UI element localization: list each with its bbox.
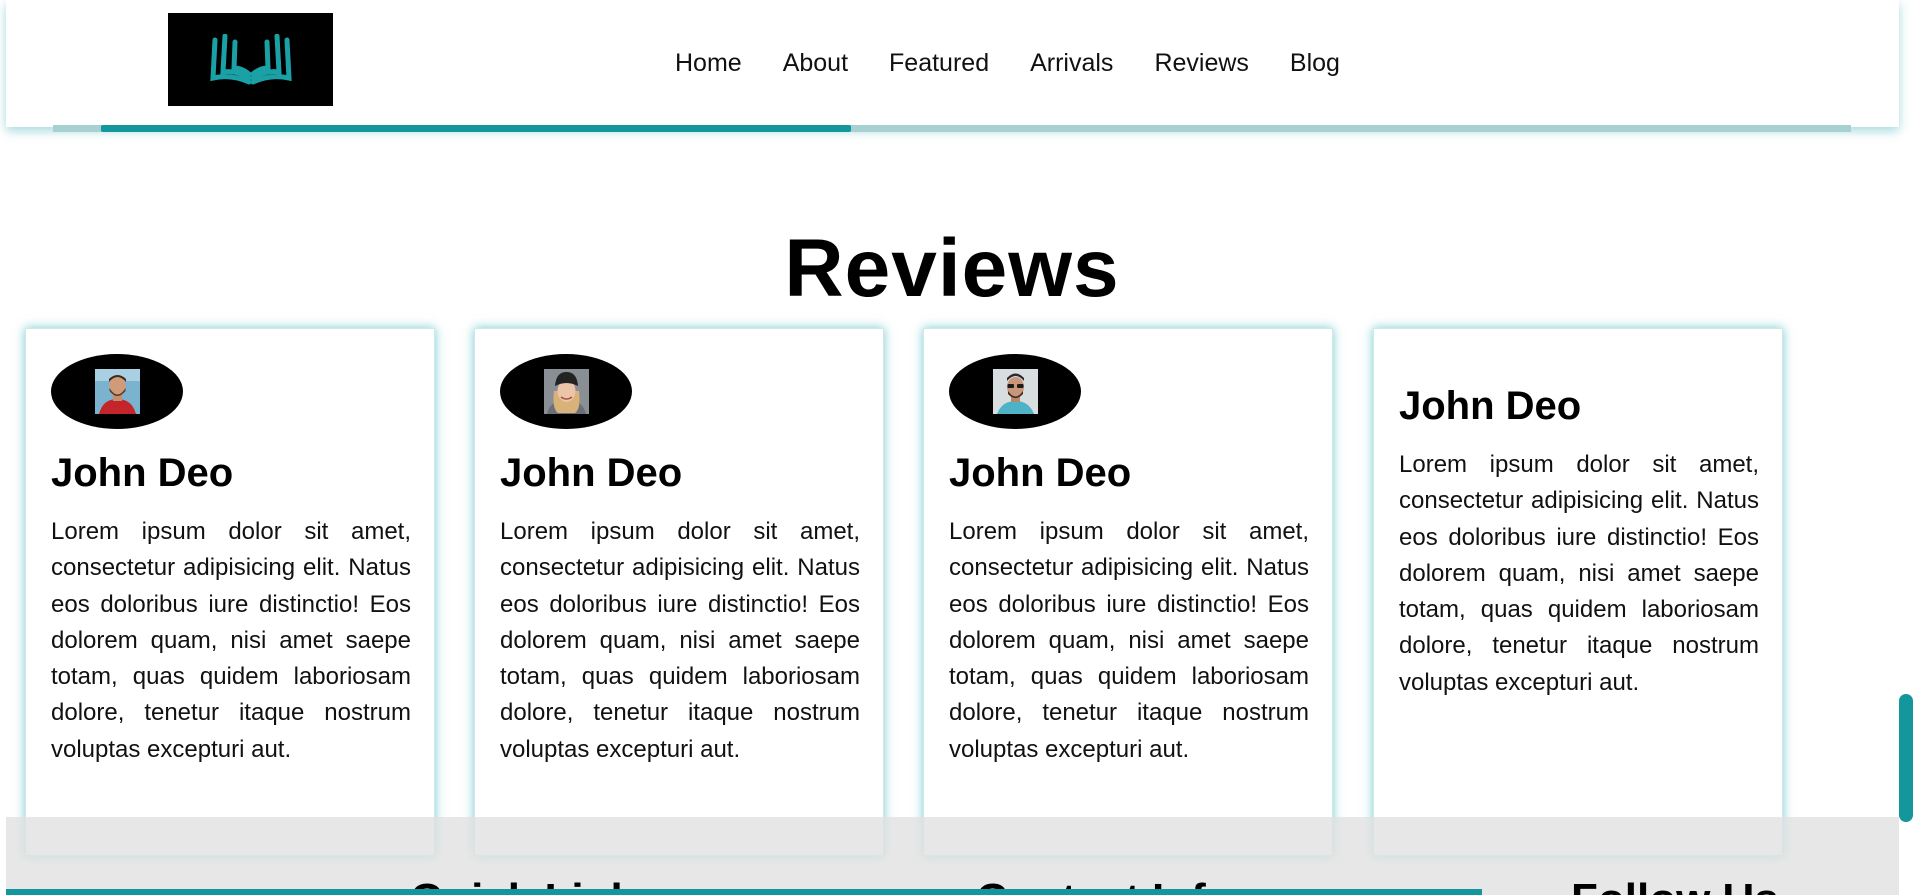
review-card: John Deo Lorem ipsum dolor sit amet, con… [25, 328, 435, 856]
reviewer-name: John Deo [500, 451, 683, 495]
nav-featured[interactable]: Featured [889, 48, 989, 78]
footer-heading-follow-us: Follow Us [1571, 875, 1779, 895]
site-footer: Quick Links Contact Info Follow Us [6, 817, 1899, 895]
nav-arrivals[interactable]: Arrivals [1030, 48, 1113, 78]
site-header: Home About Featured Arrivals Reviews Blo… [6, 0, 1899, 127]
review-text: Lorem ipsum dolor sit amet, consectetur … [500, 518, 860, 763]
review-text: Lorem ipsum dolor sit amet, consectetur … [1399, 451, 1759, 696]
reviews-heading: Reviews [784, 223, 1120, 314]
reviewer-photo-icon [543, 369, 589, 414]
review-card: John Deo Lorem ipsum dolor sit amet, con… [1373, 328, 1783, 856]
avatar [51, 354, 183, 429]
reviewer-photo-icon [992, 369, 1038, 414]
scroll-progress-fill [101, 125, 851, 132]
reviewer-photo-icon [94, 369, 140, 414]
review-card: John Deo Lorem ipsum dolor sit amet, con… [474, 328, 884, 856]
site-logo[interactable] [168, 13, 333, 106]
avatar [500, 354, 632, 429]
reviewer-name: John Deo [949, 451, 1132, 495]
nav-home[interactable]: Home [675, 48, 742, 78]
open-book-icon [209, 33, 292, 84]
review-text: Lorem ipsum dolor sit amet, consectetur … [949, 518, 1309, 763]
reviewer-name: John Deo [1399, 384, 1582, 428]
reviewer-name: John Deo [51, 451, 234, 495]
footer-accent-bar [6, 889, 1482, 895]
nav-about[interactable]: About [783, 48, 848, 78]
nav-reviews[interactable]: Reviews [1154, 48, 1248, 78]
review-text: Lorem ipsum dolor sit amet, consectetur … [51, 518, 411, 763]
review-card: John Deo Lorem ipsum dolor sit amet, con… [923, 328, 1333, 856]
nav-blog[interactable]: Blog [1290, 48, 1340, 78]
scrollbar-thumb[interactable] [1899, 694, 1913, 822]
avatar [949, 354, 1081, 429]
main-nav: Home About Featured Arrivals Reviews Blo… [675, 48, 1340, 78]
